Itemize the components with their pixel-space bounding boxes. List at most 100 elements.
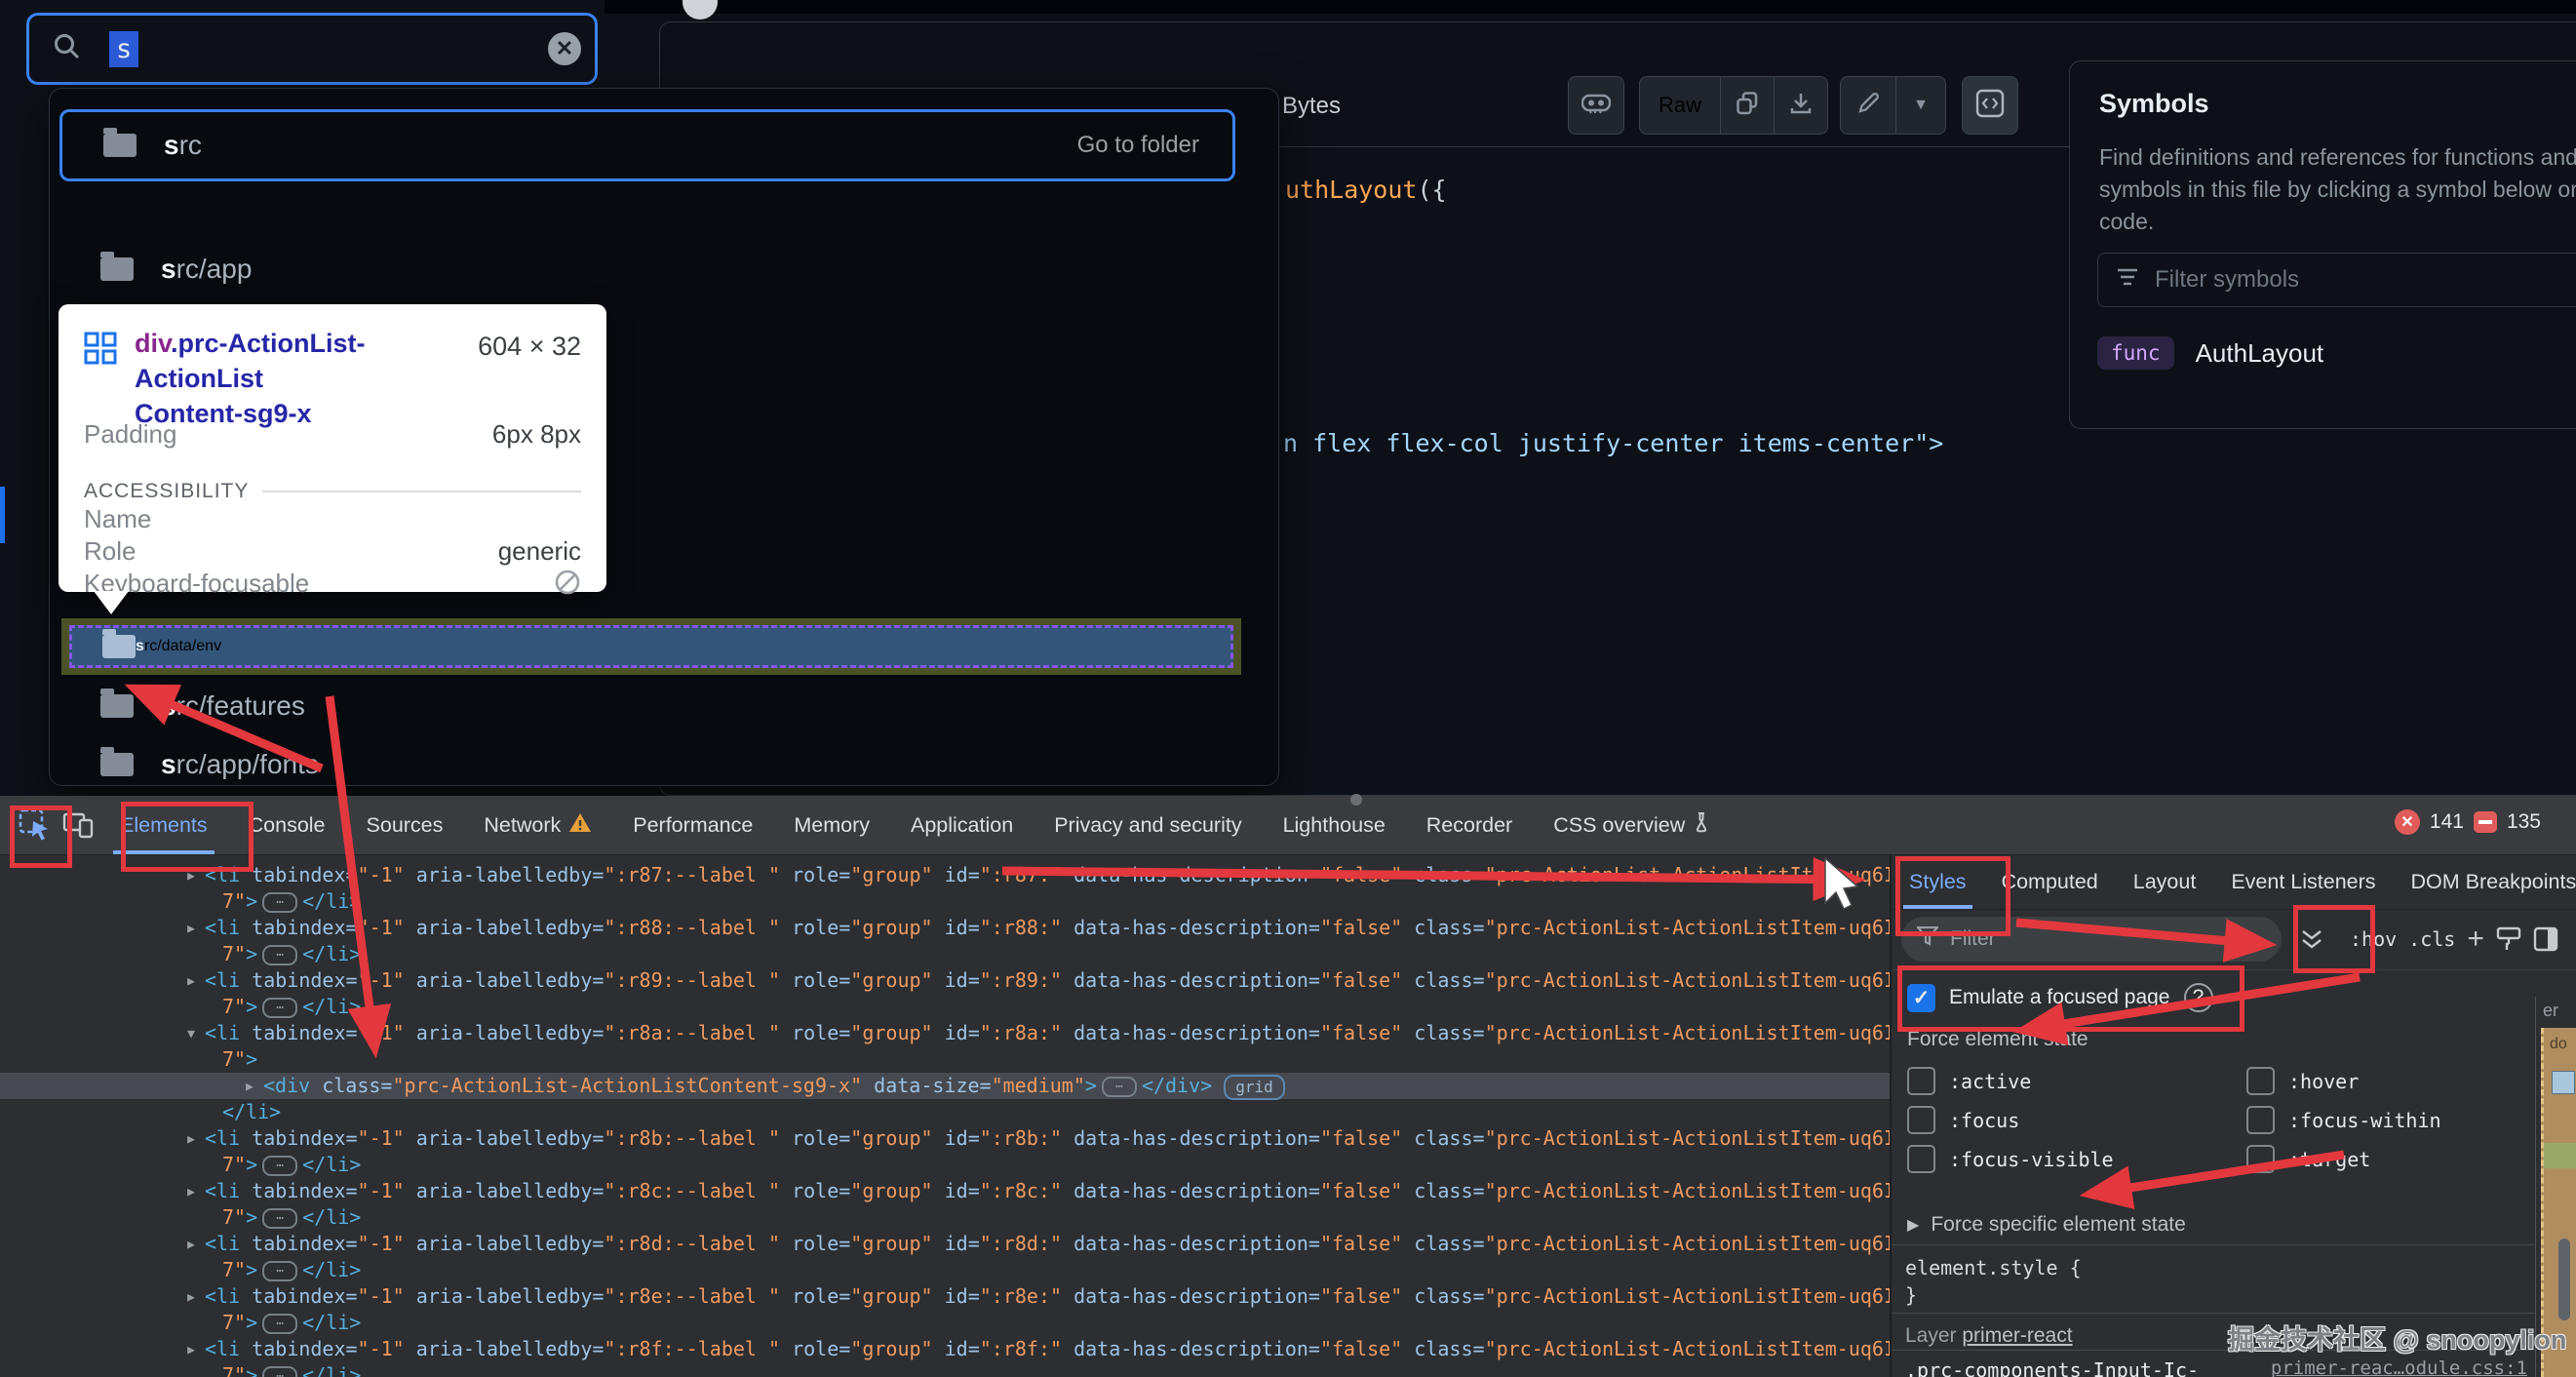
dom-line[interactable]: 7"> ⋯ </li> xyxy=(176,1152,1890,1178)
checkbox-unchecked[interactable] xyxy=(2246,1106,2275,1134)
raw-button[interactable]: Raw xyxy=(1640,77,1720,134)
force-state-active[interactable]: :active xyxy=(1907,1067,2031,1095)
raw-button-group: Raw xyxy=(1639,76,1828,135)
dom-line[interactable]: </li> xyxy=(176,1099,1890,1125)
collapsed-children-icon[interactable]: ⋯ xyxy=(262,1156,298,1176)
clipped-text-fragment: er xyxy=(2543,1001,2559,1020)
collapsed-children-icon[interactable]: ⋯ xyxy=(262,945,298,965)
tab-performance[interactable]: Performance xyxy=(612,796,773,854)
download-button[interactable] xyxy=(1774,77,1827,134)
force-state-focus-visible[interactable]: :focus-visible xyxy=(1907,1145,2114,1173)
dom-selected-div[interactable]: ▸ <div class="prc-ActionList-ActionListCo… xyxy=(176,1073,1890,1100)
collapsed-children-icon[interactable]: ⋯ xyxy=(262,892,298,913)
dom-li-r8c[interactable]: ▸ <li tabindex="-1" aria-labelledby=":r8c… xyxy=(176,1178,1890,1204)
dom-li-r8f[interactable]: ▸ <li tabindex="-1" aria-labelledby=":r8f… xyxy=(176,1336,1890,1362)
dom-li-r8b[interactable]: ▸ <li tabindex="-1" aria-labelledby=":r8b… xyxy=(176,1125,1890,1152)
palette-item-src-app[interactable]: src/app xyxy=(59,248,1268,291)
dom-li-r89[interactable]: ▸ <li tabindex="-1" aria-labelledby=":r89… xyxy=(176,967,1890,994)
screenshot-root: Bytes Raw ▼ uthLayout({ n flex flex-col … xyxy=(0,0,2576,1377)
scrollbar-thumb[interactable] xyxy=(2558,1239,2570,1320)
grid-badge[interactable]: grid xyxy=(1224,1074,1285,1100)
palette-item-src-data-env[interactable]: src/data/env xyxy=(61,618,1241,675)
rendering-icon[interactable] xyxy=(2496,926,2521,952)
checkbox-unchecked[interactable] xyxy=(1907,1106,1935,1134)
go-to-folder-action[interactable]: Go to folder xyxy=(1077,132,1199,159)
sidebar-tab-event-listeners[interactable]: Event Listeners xyxy=(2213,854,2393,909)
symbol-kind-badge: func xyxy=(2097,336,2174,370)
palette-item-src[interactable]: src Go to folder xyxy=(59,109,1235,181)
force-state-focus-within[interactable]: :focus-within xyxy=(2246,1106,2441,1134)
palette-item-src-features[interactable]: src/features xyxy=(59,685,1268,728)
element-style-rule[interactable]: element.style { xyxy=(1905,1256,2082,1279)
css-rule-selector[interactable]: .prc-components-Input-Ic-y8:focus { xyxy=(1905,1357,2227,1377)
dom-line[interactable]: 7"> ⋯ </li> xyxy=(176,1204,1890,1231)
dom-li-r8a[interactable]: ▾ <li tabindex="-1" aria-labelledby=":r8a… xyxy=(176,1020,1890,1046)
force-state-focus[interactable]: :focus xyxy=(1907,1106,2019,1134)
sidebar-toggle-icon[interactable] xyxy=(2533,926,2558,952)
sidebar-tab-dom-breakpoints[interactable]: DOM Breakpoints xyxy=(2394,854,2576,909)
sidebar-tab-layout[interactable]: Layout xyxy=(2116,854,2214,909)
dom-line[interactable]: 7"> ⋯ </li> xyxy=(176,941,1890,967)
dom-line[interactable]: 7"> ⋯ </li> xyxy=(176,1257,1890,1283)
tooltip-dimensions: 604 × 32 xyxy=(478,332,581,361)
layer-link[interactable]: primer-react xyxy=(1962,1324,2072,1347)
devtools-status-badges[interactable]: ✕ 141 135 xyxy=(2394,809,2541,835)
avatar[interactable] xyxy=(683,0,718,20)
folder-icon xyxy=(100,252,134,281)
checkbox-unchecked[interactable] xyxy=(1907,1145,1935,1173)
code-view-toggle[interactable] xyxy=(1962,76,2018,135)
tab-recorder[interactable]: Recorder xyxy=(1406,796,1533,854)
tab-sources[interactable]: Sources xyxy=(346,796,464,854)
dom-li-r8d[interactable]: ▸ <li tabindex="-1" aria-labelledby=":r8d… xyxy=(176,1231,1890,1257)
collapsed-children-icon[interactable]: ⋯ xyxy=(262,1314,298,1334)
devtools-resize-handle[interactable] xyxy=(1350,794,1362,806)
tooltip-selector-row: div.prc-ActionList-ActionList Content-sg… xyxy=(84,326,486,431)
tab-privacy-and-security[interactable]: Privacy and security xyxy=(1034,796,1262,854)
dom-li-r8e[interactable]: ▸ <li tabindex="-1" aria-labelledby=":r8e… xyxy=(176,1283,1890,1310)
dom-li-r87[interactable]: ▸ <li tabindex="-1" aria-labelledby=":r87… xyxy=(176,862,1890,888)
filter-symbols-input[interactable]: Filter symbols xyxy=(2097,253,2576,307)
dom-line[interactable]: 7"> ⋯ </li> xyxy=(176,994,1890,1020)
edit-dropdown-button[interactable]: ▼ xyxy=(1895,77,1945,134)
collapsed-children-icon[interactable]: ⋯ xyxy=(262,1261,298,1281)
tab-network[interactable]: Network xyxy=(463,796,612,854)
tab-application[interactable]: Application xyxy=(890,796,1034,854)
collapsed-children-icon[interactable]: ⋯ xyxy=(262,1208,298,1229)
tab-label: Privacy and security xyxy=(1054,812,1242,837)
dom-line[interactable]: 7"> ⋯ </li> xyxy=(176,888,1890,915)
tab-label: Lighthouse xyxy=(1282,812,1386,837)
force-state-hover[interactable]: :hover xyxy=(2246,1067,2359,1095)
dom-li-r88[interactable]: ▸ <li tabindex="-1" aria-labelledby=":r88… xyxy=(176,915,1890,941)
dom-line[interactable]: 7"> ⋯ </li> xyxy=(176,1362,1890,1377)
tab-label: Sources xyxy=(366,812,444,837)
tab-memory[interactable]: Memory xyxy=(773,796,890,854)
collapsed-children-icon[interactable]: ⋯ xyxy=(262,1366,298,1377)
tab-css-overview[interactable]: CSS overview xyxy=(1533,796,1731,854)
disclosure-triangle-icon: ▶ xyxy=(1907,1217,1920,1234)
css-rule-source-link[interactable]: primer-reac…odule.css:1 xyxy=(2184,1357,2527,1377)
checkbox-unchecked[interactable] xyxy=(2246,1145,2275,1173)
copilot-icon xyxy=(1581,91,1612,121)
toggle-classes-button[interactable]: .cls xyxy=(2408,927,2455,951)
tab-lighthouse[interactable]: Lighthouse xyxy=(1263,796,1406,854)
devtools-tab-bar: Elements Console Sources Network Performance… xyxy=(0,796,2576,855)
dom-line[interactable]: 7"> ⋯ </li> xyxy=(176,1310,1890,1336)
copilot-button[interactable] xyxy=(1568,76,1624,135)
palette-item-src-app-fonts[interactable]: src/app/fonts xyxy=(59,743,1268,786)
force-state-target[interactable]: :target xyxy=(2246,1145,2370,1173)
edit-button[interactable] xyxy=(1841,77,1895,134)
search-input[interactable]: s ✕ xyxy=(26,13,598,85)
new-style-rule-icon[interactable]: + xyxy=(2467,923,2484,956)
dom-line[interactable]: 7"> xyxy=(176,1046,1890,1073)
force-specific-element-state[interactable]: ▶ Force specific element state xyxy=(1907,1213,2186,1237)
collapsed-children-icon[interactable]: ⋯ xyxy=(1101,1077,1137,1097)
dom-tree[interactable]: ▸ <li tabindex="-1" aria-labelledby=":r87… xyxy=(176,862,1890,1377)
code-view-icon xyxy=(1975,89,2005,123)
symbol-entry[interactable]: func AuthLayout xyxy=(2097,336,2323,370)
collapsed-children-icon[interactable]: ⋯ xyxy=(262,998,298,1018)
checkbox-unchecked[interactable] xyxy=(1907,1067,1935,1095)
clear-search-icon[interactable]: ✕ xyxy=(548,32,581,65)
copy-raw-button[interactable] xyxy=(1720,77,1774,134)
checkbox-unchecked[interactable] xyxy=(2246,1067,2275,1095)
code-line-classnames: n flex flex-col justify-center items-cen… xyxy=(1283,429,1944,457)
